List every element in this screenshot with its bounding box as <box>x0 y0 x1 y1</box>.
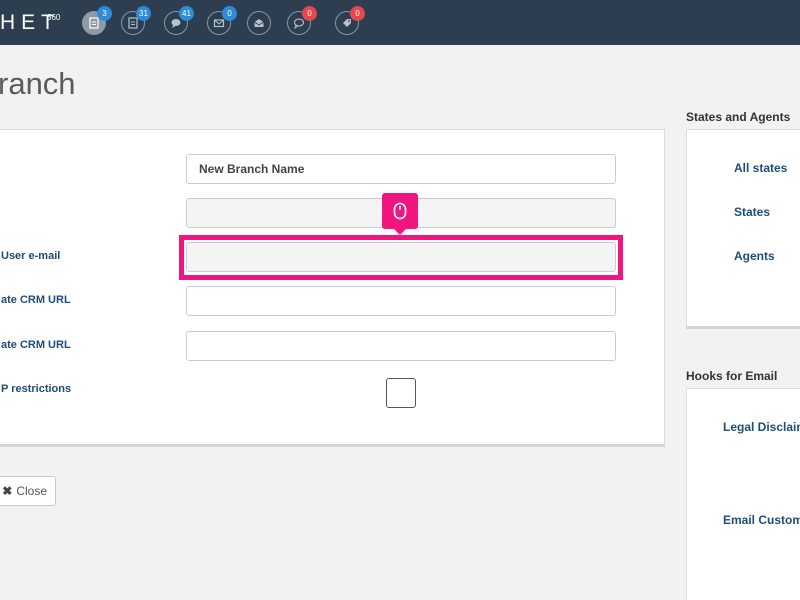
badge-document: 3 <box>97 6 112 21</box>
click-indicator <box>382 193 418 235</box>
logo-superscript: 360 <box>47 13 61 22</box>
badge-comment: 0 <box>302 6 317 21</box>
crm-url-label-2: ate CRM URL <box>1 339 71 351</box>
close-button-label: Close <box>16 484 47 498</box>
all-states-link[interactable]: All states <box>734 161 787 175</box>
badge-chat: 41 <box>179 6 194 21</box>
states-agents-title: States and Agents <box>686 110 791 124</box>
tag-icon <box>343 19 351 27</box>
states-agents-panel <box>686 129 800 329</box>
nav-comment-button[interactable]: 0 <box>287 6 317 35</box>
badge-tag: 0 <box>350 6 365 21</box>
invoice-icon <box>128 17 138 29</box>
close-icon: ✖ <box>2 484 13 498</box>
hooks-email-title: Hooks for Email <box>686 369 778 383</box>
ip-restrictions-label: P restrictions <box>1 383 72 395</box>
top-bar: HET 360 3 31 41 0 0 0 <box>0 0 800 45</box>
agents-link[interactable]: Agents <box>734 249 775 263</box>
nav-document-button[interactable]: 3 <box>82 6 112 35</box>
nav-invoice-button[interactable]: 31 <box>121 6 151 35</box>
nav-open-mail-button[interactable] <box>247 11 271 35</box>
mouse-icon <box>393 202 407 220</box>
crm-url-input-1[interactable] <box>186 286 616 316</box>
nav-mail-button[interactable]: 0 <box>207 6 237 35</box>
chat-icon <box>171 19 181 28</box>
mail-icon <box>213 19 225 28</box>
document-icon <box>89 17 99 29</box>
crm-url-label-1: ate CRM URL <box>1 294 71 306</box>
close-button[interactable]: ✖ Close <box>0 476 56 506</box>
crm-url-input-2[interactable] <box>186 331 616 361</box>
badge-invoice: 31 <box>136 6 151 21</box>
badge-mail: 0 <box>222 6 237 21</box>
comment-icon <box>293 18 305 29</box>
page-title: ranch <box>0 66 76 101</box>
user-email-input[interactable] <box>186 242 616 272</box>
branch-name-input[interactable] <box>186 154 616 184</box>
open-mail-icon <box>254 19 264 27</box>
nav-chat-button[interactable]: 41 <box>164 6 194 35</box>
branch-form-panel: User e-mail ate CRM URL ate CRM URL P re… <box>0 129 665 447</box>
states-link[interactable]: States <box>734 205 770 219</box>
nav-tag-button[interactable]: 0 <box>335 6 365 35</box>
ip-restrictions-checkbox[interactable] <box>386 378 416 408</box>
user-email-label: User e-mail <box>1 250 61 262</box>
legal-disclaimer-link[interactable]: Legal Disclaim <box>723 420 800 434</box>
email-custom-link[interactable]: Email Custom <box>723 513 800 527</box>
